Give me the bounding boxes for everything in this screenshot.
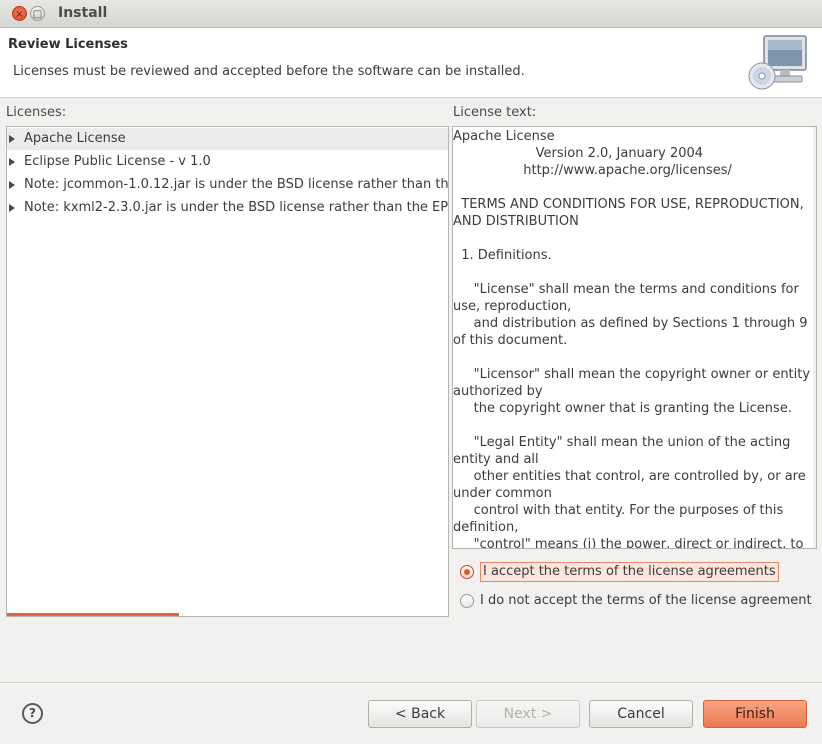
license-text-line: use, reproduction,	[453, 299, 572, 314]
license-text-line: TERMS AND CONDITIONS FOR USE, REPRODUCTI…	[453, 197, 804, 212]
license-text-line: "Legal Entity" shall mean the union of t…	[453, 435, 791, 450]
license-text-label: License text:	[453, 105, 537, 120]
license-item-label: Apache License	[24, 131, 126, 146]
license-text-line: http://www.apache.org/licenses/	[453, 163, 732, 178]
accept-label[interactable]: I accept the terms of the license agreem…	[480, 562, 779, 582]
license-text-line: authorized by	[453, 384, 543, 399]
license-item-apache[interactable]: Apache License	[7, 128, 448, 150]
window-titlebar: × □ Install	[0, 0, 822, 28]
close-window-button[interactable]: ×	[12, 6, 27, 21]
decline-radio[interactable]	[460, 594, 474, 608]
license-text-area[interactable]: Apache License Version 2.0, January 2004…	[452, 126, 817, 549]
license-text-line: control with that entity. For the purpos…	[453, 503, 784, 518]
page-title: Review Licenses	[8, 37, 128, 52]
next-button[interactable]: Next >	[476, 700, 580, 728]
decline-label[interactable]: I do not accept the terms of the license…	[480, 591, 812, 611]
back-button[interactable]: < Back	[368, 700, 472, 728]
horizontal-scroll-indicator[interactable]	[7, 613, 179, 616]
license-text-line: the copyright owner that is granting the…	[453, 401, 792, 416]
computer-cd-icon	[748, 35, 807, 90]
expand-arrow-icon[interactable]	[9, 181, 15, 189]
accept-radio[interactable]	[460, 565, 474, 579]
cancel-button[interactable]: Cancel	[589, 700, 693, 728]
footer-divider	[0, 682, 822, 683]
licenses-tree[interactable]: Apache License Eclipse Public License - …	[6, 126, 449, 617]
license-text-line: entity and all	[453, 452, 539, 467]
license-item-kxml2-note[interactable]: Note: kxml2-2.3.0.jar is under the BSD l…	[7, 197, 448, 219]
license-text-line: other entities that control, are control…	[453, 469, 806, 484]
license-text-line: Version 2.0, January 2004	[453, 146, 704, 161]
license-text-line: AND DISTRIBUTION	[453, 214, 579, 229]
finish-button[interactable]: Finish	[703, 700, 807, 728]
license-item-label: Note: kxml2-2.3.0.jar is under the BSD l…	[24, 200, 448, 215]
vertical-scrollbar[interactable]	[813, 127, 816, 548]
license-item-jcommon-note[interactable]: Note: jcommon-1.0.12.jar is under the BS…	[7, 174, 448, 196]
license-text-line: "Licensor" shall mean the copyright owne…	[453, 367, 811, 382]
page-description: Licenses must be reviewed and accepted b…	[13, 64, 525, 79]
license-text-line: "License" shall mean the terms and condi…	[453, 282, 799, 297]
licenses-label: Licenses:	[6, 105, 67, 120]
license-text-line: and distribution as defined by Sections …	[453, 316, 808, 331]
expand-arrow-icon[interactable]	[9, 135, 15, 143]
license-text-line: 1. Definitions.	[453, 248, 552, 263]
expand-arrow-icon[interactable]	[9, 204, 15, 212]
maximize-window-button[interactable]: □	[30, 6, 45, 21]
license-text-line: under common	[453, 486, 552, 501]
window-title: Install	[58, 5, 108, 21]
expand-arrow-icon[interactable]	[9, 158, 15, 166]
help-button[interactable]: ?	[22, 703, 43, 724]
license-text-line: "control" means (i) the power, direct or…	[453, 537, 804, 549]
license-item-label: Note: jcommon-1.0.12.jar is under the BS…	[24, 177, 448, 192]
license-text-line: of this document.	[453, 333, 568, 348]
license-item-eclipse[interactable]: Eclipse Public License - v 1.0	[7, 151, 448, 173]
wizard-header: Review Licenses Licenses must be reviewe…	[0, 28, 822, 98]
license-text-line: definition,	[453, 520, 519, 535]
license-item-label: Eclipse Public License - v 1.0	[24, 154, 211, 169]
license-text-line: Apache License	[453, 129, 555, 144]
